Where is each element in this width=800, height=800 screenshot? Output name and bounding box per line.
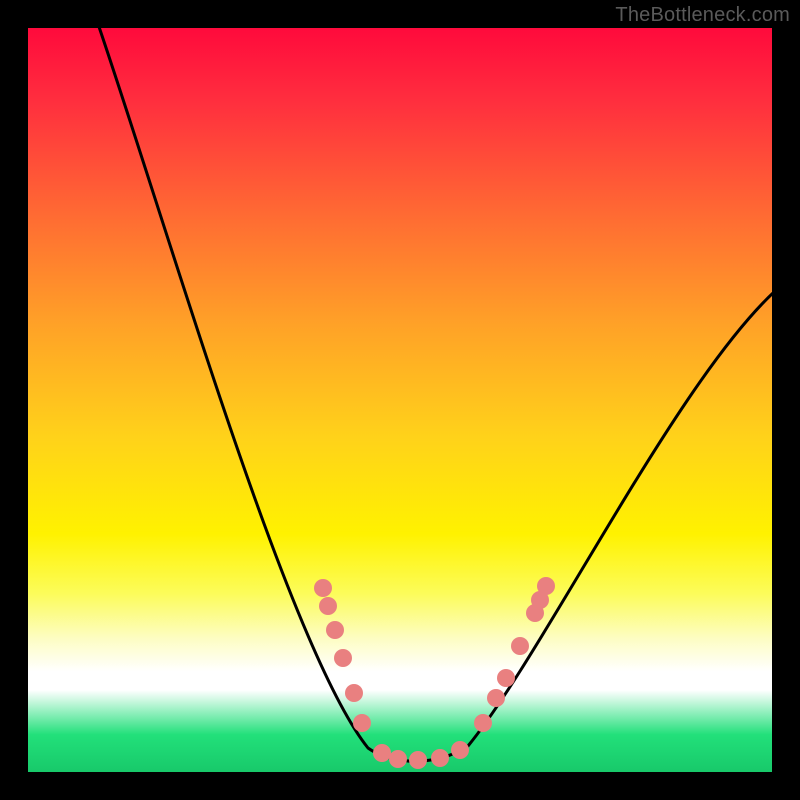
curve-marker (537, 577, 555, 595)
curve-marker (487, 689, 505, 707)
curve-marker (319, 597, 337, 615)
curve-marker (353, 714, 371, 732)
curve-marker (497, 669, 515, 687)
curve-marker (389, 750, 407, 768)
chart-frame: TheBottleneck.com (0, 0, 800, 800)
curve-marker (334, 649, 352, 667)
curve-marker (511, 637, 529, 655)
curve-marker (345, 684, 363, 702)
bottleneck-curve-path (96, 28, 772, 761)
watermark-text: TheBottleneck.com (615, 4, 790, 27)
curve-marker (409, 751, 427, 769)
curve-marker (474, 714, 492, 732)
curve-marker (451, 741, 469, 759)
plot-area (28, 28, 772, 772)
curve-marker (431, 749, 449, 767)
bottleneck-curve-svg (28, 28, 772, 772)
curve-marker (314, 579, 332, 597)
curve-marker (373, 744, 391, 762)
curve-marker (326, 621, 344, 639)
